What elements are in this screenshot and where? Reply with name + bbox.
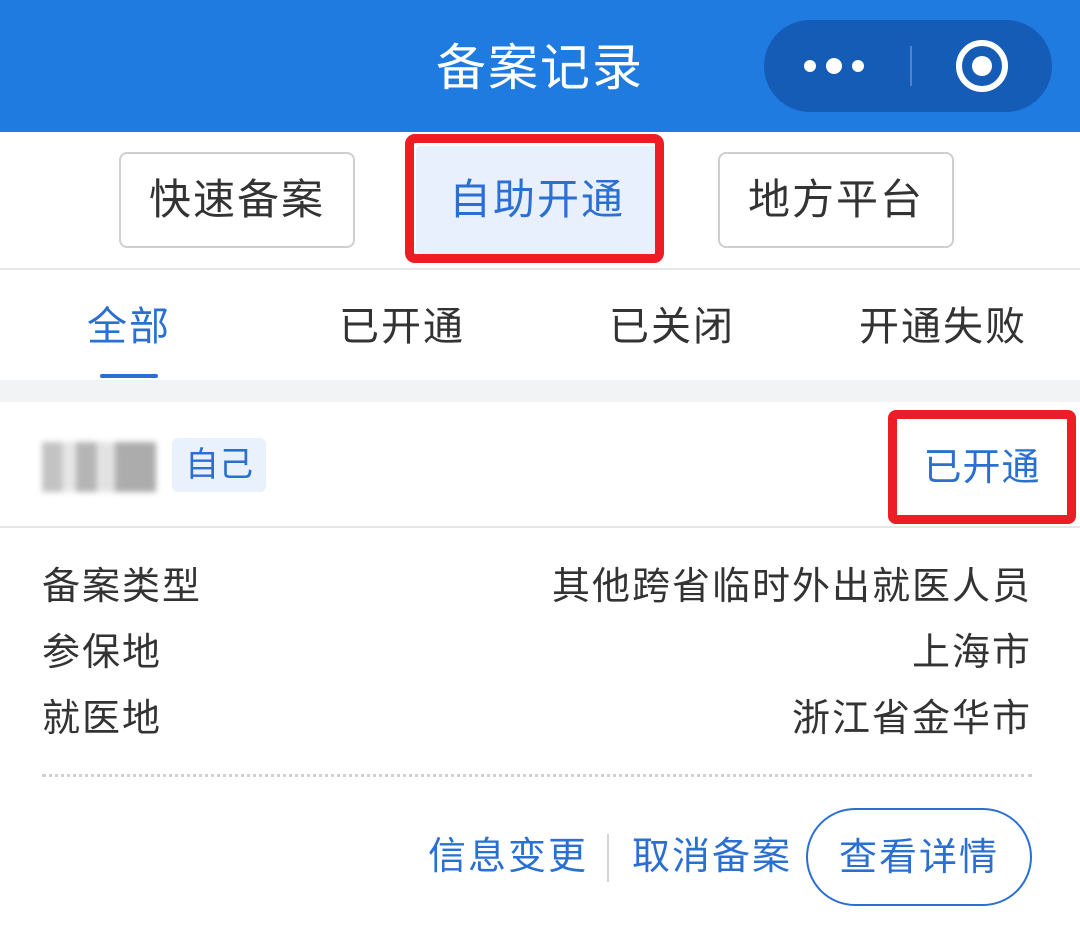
- active-tab-indicator: [100, 374, 158, 378]
- field-label: 就医地: [42, 696, 163, 740]
- mini-program-capsule: [764, 20, 1052, 112]
- field-value: 其他跨省临时外出就医人员: [551, 564, 1032, 608]
- relation-tag: 自己: [172, 438, 266, 492]
- field-row-insured-place: 参保地 上海市: [42, 622, 1032, 682]
- field-row-filing-type: 备案类型 其他跨省临时外出就医人员: [42, 556, 1032, 616]
- field-label: 备案类型: [42, 564, 203, 608]
- section-gap: [0, 380, 1080, 402]
- action-separator: [607, 834, 609, 882]
- tab-all[interactable]: 全部: [62, 282, 196, 372]
- close-mini-program-icon[interactable]: [956, 40, 1008, 92]
- tab-opened[interactable]: 已开通: [330, 282, 474, 372]
- view-details-button[interactable]: 查看详情: [806, 808, 1032, 906]
- masked-name: [42, 442, 156, 492]
- tab-closed[interactable]: 已关闭: [600, 282, 744, 372]
- mode-button-quick-filing[interactable]: 快速备案: [119, 152, 355, 248]
- field-row-treatment-place: 就医地 浙江省金华市: [42, 688, 1032, 748]
- field-label: 参保地: [42, 630, 163, 674]
- cancel-filing-link[interactable]: 取消备案: [632, 826, 792, 886]
- field-value: 上海市: [911, 630, 1032, 674]
- mode-button-local-platform[interactable]: 地方平台: [718, 152, 954, 248]
- card-divider: [0, 526, 1080, 528]
- status-label: 已开通: [923, 445, 1041, 489]
- tab-failed[interactable]: 开通失败: [856, 282, 1030, 372]
- section-divider: [0, 268, 1080, 270]
- nav-bar: 备案记录: [0, 0, 1080, 132]
- capsule-divider: [910, 46, 912, 86]
- mode-button-self-service[interactable]: 自助开通: [416, 146, 658, 254]
- change-info-link[interactable]: 信息变更: [428, 826, 588, 886]
- more-icon[interactable]: [804, 56, 868, 76]
- field-value: 浙江省金华市: [791, 696, 1032, 740]
- dotted-divider: [42, 774, 1032, 777]
